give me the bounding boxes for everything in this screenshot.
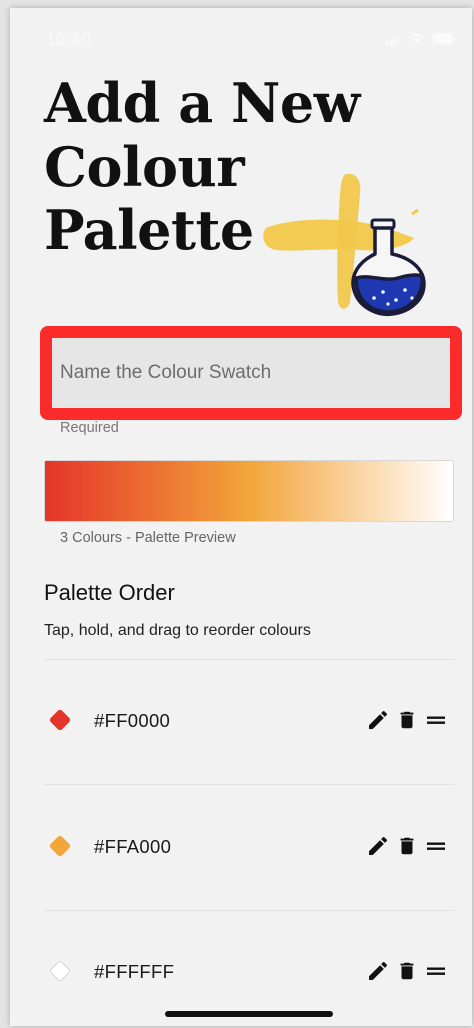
divider: [44, 784, 454, 785]
colour-hex: #FFA000: [94, 836, 172, 857]
colour-row[interactable]: #FFFFFF: [10, 943, 472, 1003]
battery-icon: [432, 33, 456, 44]
divider: [44, 659, 454, 660]
drag-handle-icon[interactable]: [424, 708, 448, 732]
trash-icon[interactable]: [396, 708, 418, 732]
colour-swatch: [48, 959, 72, 983]
swatch-name-input[interactable]: [52, 338, 450, 408]
row-actions: [366, 708, 448, 732]
signal-icon: [386, 35, 398, 45]
colour-row[interactable]: #FF0000: [10, 692, 472, 752]
phone-screen: 10:40 Add a New Colour Palette Name the …: [10, 8, 472, 1026]
colour-row[interactable]: #FFA000: [10, 818, 472, 878]
pencil-icon[interactable]: [366, 959, 390, 983]
flask-illustration-icon: [263, 173, 426, 317]
colour-swatch: [48, 834, 72, 858]
palette-preview-gradient: [44, 460, 454, 522]
home-indicator[interactable]: [165, 1011, 333, 1017]
pencil-icon[interactable]: [366, 834, 390, 858]
name-field-highlight: [40, 326, 462, 420]
status-bar: 10:40: [10, 8, 472, 72]
row-actions: [366, 959, 448, 983]
drag-handle-icon[interactable]: [424, 959, 448, 983]
colour-swatch: [48, 708, 72, 732]
trash-icon[interactable]: [396, 834, 418, 858]
drag-handle-icon[interactable]: [424, 834, 448, 858]
trash-icon[interactable]: [396, 959, 418, 983]
palette-order-subtitle: Tap, hold, and drag to reorder colours: [44, 622, 311, 639]
required-hint: Required: [60, 420, 119, 436]
wifi-icon: [409, 33, 425, 44]
divider: [44, 910, 454, 911]
colour-hex: #FFFFFF: [94, 961, 175, 982]
pencil-icon[interactable]: [366, 708, 390, 732]
status-time: 10:40: [46, 30, 92, 49]
row-actions: [366, 834, 448, 858]
palette-order-title: Palette Order: [44, 580, 175, 605]
preview-caption: 3 Colours - Palette Preview: [60, 530, 236, 546]
colour-hex: #FF0000: [94, 710, 171, 731]
status-icons: [386, 32, 456, 45]
